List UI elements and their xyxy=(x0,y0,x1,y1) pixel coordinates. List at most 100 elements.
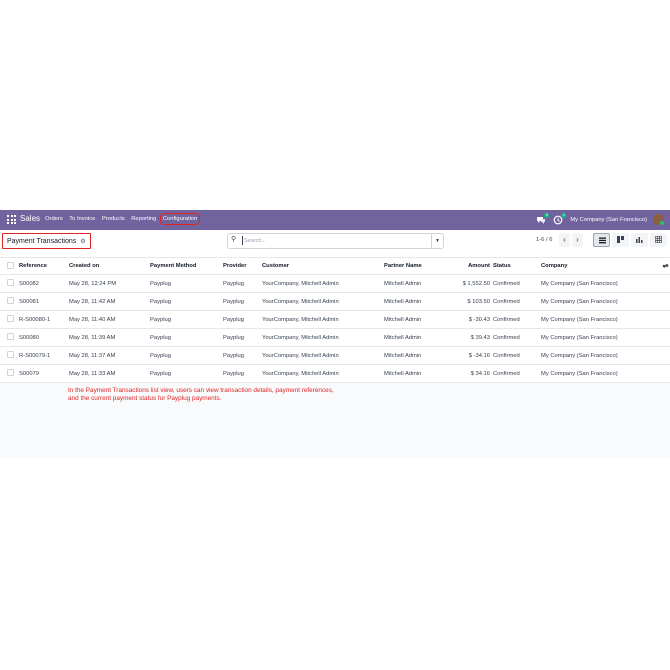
kanban-icon xyxy=(617,236,624,243)
menu-configuration[interactable]: Configuration xyxy=(159,213,201,225)
table-row[interactable]: S00079 May 28, 11:33 AM Payplug Payplug Your… xyxy=(0,364,670,383)
row-spacer xyxy=(661,364,670,383)
customer-cell: YourCompany, Mitchell Admin xyxy=(262,364,384,383)
table-row[interactable]: R-S00079-1 May 28, 11:37 AM Payplug Payplug… xyxy=(0,346,670,365)
table-row[interactable]: S00081 May 28, 11:42 AM Payplug Payplug Your… xyxy=(0,292,670,311)
graph-view-button[interactable] xyxy=(631,233,648,247)
created-on-cell: May 28, 11:42 AM xyxy=(69,292,150,311)
customer-cell: YourCompany, Mitchell Admin xyxy=(262,274,384,293)
row-checkbox[interactable] xyxy=(0,364,19,383)
column-header[interactable]: Provider xyxy=(223,258,262,275)
page-title[interactable]: Payment Transactions xyxy=(7,238,76,245)
pivot-view-button[interactable] xyxy=(650,233,667,247)
control-panel: Payment Transactions ⚙ ⚲ ▼ 1-6 / 6 ‹ › xyxy=(0,230,670,258)
column-header[interactable]: Amount xyxy=(448,258,493,275)
amount-cell: $ 39.43 xyxy=(448,328,493,347)
created-on-cell: May 28, 11:33 AM xyxy=(69,364,150,383)
company-cell: My Company (San Francisco) xyxy=(541,346,661,365)
table-row[interactable]: R-S00080-1 May 28, 11:40 AM Payplug Payplug… xyxy=(0,310,670,329)
status-cell: Confirmed xyxy=(493,346,541,365)
view-switcher xyxy=(593,233,669,247)
company-cell: My Company (San Francisco) xyxy=(541,292,661,311)
status-cell: Confirmed xyxy=(493,310,541,329)
clock-icon[interactable]: 4 xyxy=(553,212,567,225)
pager-value[interactable]: 1-6 / 6 xyxy=(536,237,552,243)
pivot-icon xyxy=(655,236,662,243)
apps-grid-icon[interactable] xyxy=(7,215,16,224)
search-icon[interactable]: ⚲ xyxy=(231,235,236,243)
menu-orders[interactable]: Orders xyxy=(45,216,63,222)
navbar-systray: 5 4 My Company (San Francisco) xyxy=(536,212,665,226)
status-cell: Confirmed xyxy=(493,328,541,347)
amount-cell: $ 34.16 xyxy=(448,364,493,383)
annotation-line: In the Payment Transactions list view, u… xyxy=(68,387,334,394)
company-switcher[interactable]: My Company (San Francisco) xyxy=(570,217,647,223)
row-checkbox[interactable] xyxy=(0,310,19,329)
payment-method-cell: Payplug xyxy=(150,274,223,293)
provider-cell: Payplug xyxy=(223,310,262,329)
chat-icon[interactable]: 5 xyxy=(536,212,550,225)
amount-cell: $ -30.43 xyxy=(448,310,493,329)
search-bar: ⚲ ▼ xyxy=(227,233,444,249)
pager-previous-button[interactable]: ‹ xyxy=(559,233,570,247)
reference-cell: S00079 xyxy=(19,364,69,383)
row-checkbox[interactable] xyxy=(0,346,19,365)
column-header[interactable]: Payment Method xyxy=(150,258,223,275)
column-header[interactable]: Reference xyxy=(19,258,69,275)
menu-reporting[interactable]: Reporting xyxy=(131,216,156,222)
company-cell: My Company (San Francisco) xyxy=(541,310,661,329)
provider-cell: Payplug xyxy=(223,328,262,347)
gear-icon[interactable]: ⚙ xyxy=(80,238,85,245)
reference-cell: R-S00080-1 xyxy=(19,310,69,329)
transactions-table: Reference Created on Payment Method Prov… xyxy=(0,258,670,383)
customer-cell: YourCompany, Mitchell Admin xyxy=(262,346,384,365)
company-cell: My Company (San Francisco) xyxy=(541,364,661,383)
breadcrumb: Payment Transactions ⚙ xyxy=(2,233,91,249)
select-all-checkbox[interactable] xyxy=(0,258,19,275)
payment-method-cell: Payplug xyxy=(150,346,223,365)
row-spacer xyxy=(661,274,670,293)
row-checkbox[interactable] xyxy=(0,328,19,347)
company-cell: My Company (San Francisco) xyxy=(541,328,661,347)
column-header[interactable]: Status xyxy=(493,258,541,275)
list-view-button[interactable] xyxy=(593,233,610,247)
kanban-view-button[interactable] xyxy=(612,233,629,247)
amount-cell: $ 103.50 xyxy=(448,292,493,311)
created-on-cell: May 28, 11:37 AM xyxy=(69,346,150,365)
reference-cell: S00082 xyxy=(19,274,69,293)
column-header[interactable]: Customer xyxy=(262,258,384,275)
customer-cell: YourCompany, Mitchell Admin xyxy=(262,292,384,311)
created-on-cell: May 28, 12:24 PM xyxy=(69,274,150,293)
column-header[interactable]: Partner Name xyxy=(384,258,448,275)
search-options-toggle[interactable]: ▼ xyxy=(431,234,443,248)
row-spacer xyxy=(661,310,670,329)
row-checkbox[interactable] xyxy=(0,274,19,293)
table-row[interactable]: S00080 May 28, 11:39 AM Payplug Payplug Your… xyxy=(0,328,670,347)
main-menu: Orders To Invoice Products Reporting Con… xyxy=(45,213,204,225)
amount-cell: $ 1,552.50 xyxy=(448,274,493,293)
column-header[interactable]: Company xyxy=(541,258,661,275)
row-spacer xyxy=(661,292,670,311)
search-input[interactable] xyxy=(242,236,424,245)
menu-to-invoice[interactable]: To Invoice xyxy=(69,216,95,222)
payment-method-cell: Payplug xyxy=(150,310,223,329)
status-cell: Confirmed xyxy=(493,274,541,293)
list-icon xyxy=(599,237,606,244)
reference-cell: S00080 xyxy=(19,328,69,347)
activity-badge: 4 xyxy=(561,212,567,218)
company-cell: My Company (San Francisco) xyxy=(541,274,661,293)
pager-next-button[interactable]: › xyxy=(572,233,583,247)
provider-cell: Payplug xyxy=(223,292,262,311)
avatar[interactable] xyxy=(653,214,665,226)
column-header[interactable]: Created on xyxy=(69,258,150,275)
app-brand[interactable]: Sales xyxy=(20,214,40,223)
optional-columns-icon[interactable]: ⇌ xyxy=(661,258,670,275)
provider-cell: Payplug xyxy=(223,274,262,293)
menu-products[interactable]: Products xyxy=(102,216,125,222)
status-cell: Confirmed xyxy=(493,364,541,383)
partner-name-cell: Mitchell Admin xyxy=(384,346,448,365)
partner-name-cell: Mitchell Admin xyxy=(384,274,448,293)
reference-cell: S00081 xyxy=(19,292,69,311)
table-row[interactable]: S00082 May 28, 12:24 PM Payplug Payplug Your… xyxy=(0,274,670,293)
row-checkbox[interactable] xyxy=(0,292,19,311)
